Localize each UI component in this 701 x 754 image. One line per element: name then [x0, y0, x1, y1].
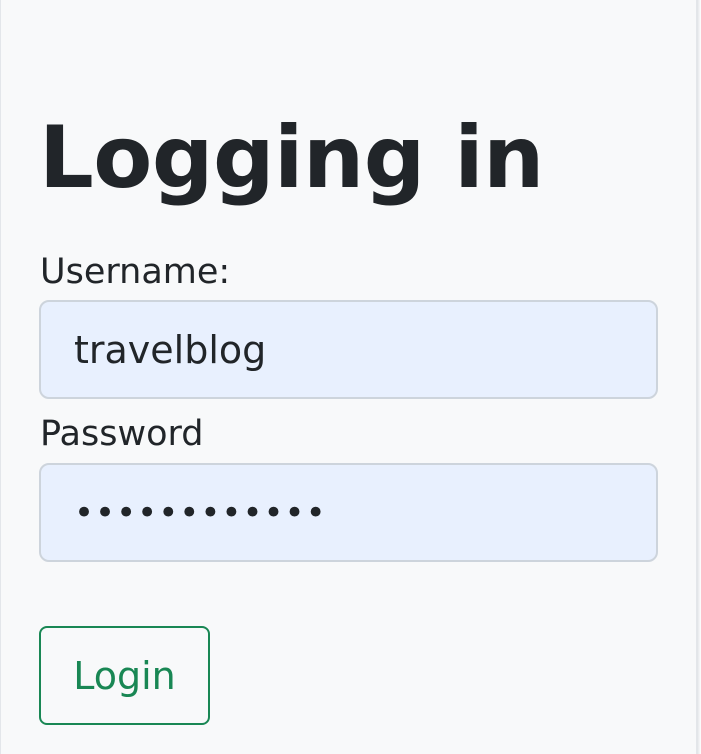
- login-button[interactable]: Login: [39, 626, 210, 725]
- page-title: Logging in: [39, 108, 544, 208]
- password-label: Password: [40, 414, 204, 454]
- panel-edge-shadow: [697, 0, 701, 754]
- username-input[interactable]: [39, 300, 658, 399]
- login-panel: Logging in Username: Password Login: [0, 0, 697, 754]
- username-label: Username:: [40, 252, 231, 292]
- password-input[interactable]: [39, 463, 658, 562]
